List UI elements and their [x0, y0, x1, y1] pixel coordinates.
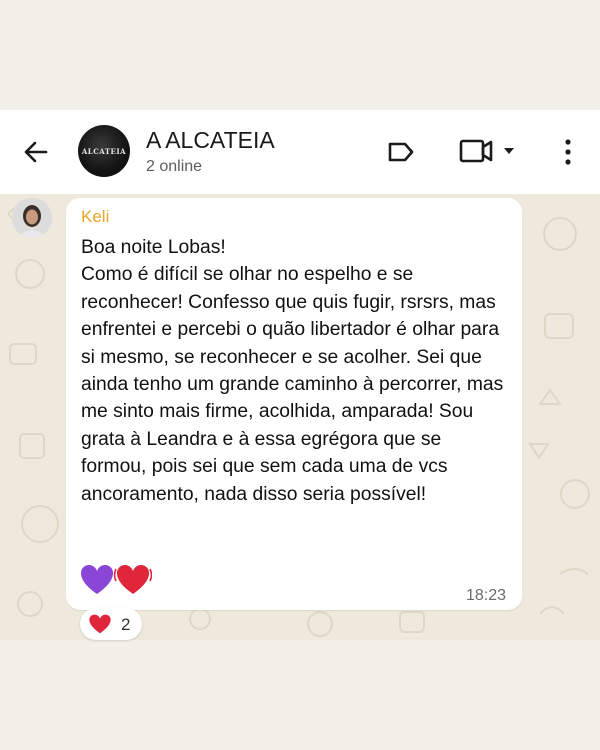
- sender-name[interactable]: Keli: [81, 207, 109, 227]
- back-arrow-icon[interactable]: [20, 136, 52, 168]
- video-call-icon: [459, 139, 493, 163]
- message-text: Boa noite Lobas! Como é difícil se olhar…: [81, 237, 504, 505]
- reaction-pill[interactable]: [80, 608, 142, 640]
- beating-heart-icon: [113, 565, 153, 594]
- chat-title[interactable]: A ALCATEIA: [146, 127, 275, 154]
- red-heart-icon: [89, 614, 111, 634]
- message-emojis: [80, 563, 153, 597]
- label-icon[interactable]: [386, 137, 416, 167]
- group-avatar-text: ALCATEIA: [81, 147, 127, 156]
- reaction-count: 2: [121, 615, 131, 634]
- sender-avatar-image: [12, 198, 52, 238]
- more-vertical-icon[interactable]: [556, 136, 580, 168]
- video-call-button[interactable]: [458, 136, 520, 168]
- message-timestamp: 18:23: [466, 587, 507, 604]
- purple-heart-icon: [81, 565, 113, 594]
- online-status: 2 online: [146, 158, 203, 175]
- group-avatar[interactable]: ALCATEIA: [78, 125, 130, 177]
- sender-avatar[interactable]: [12, 198, 52, 238]
- chevron-down-icon: [504, 148, 514, 154]
